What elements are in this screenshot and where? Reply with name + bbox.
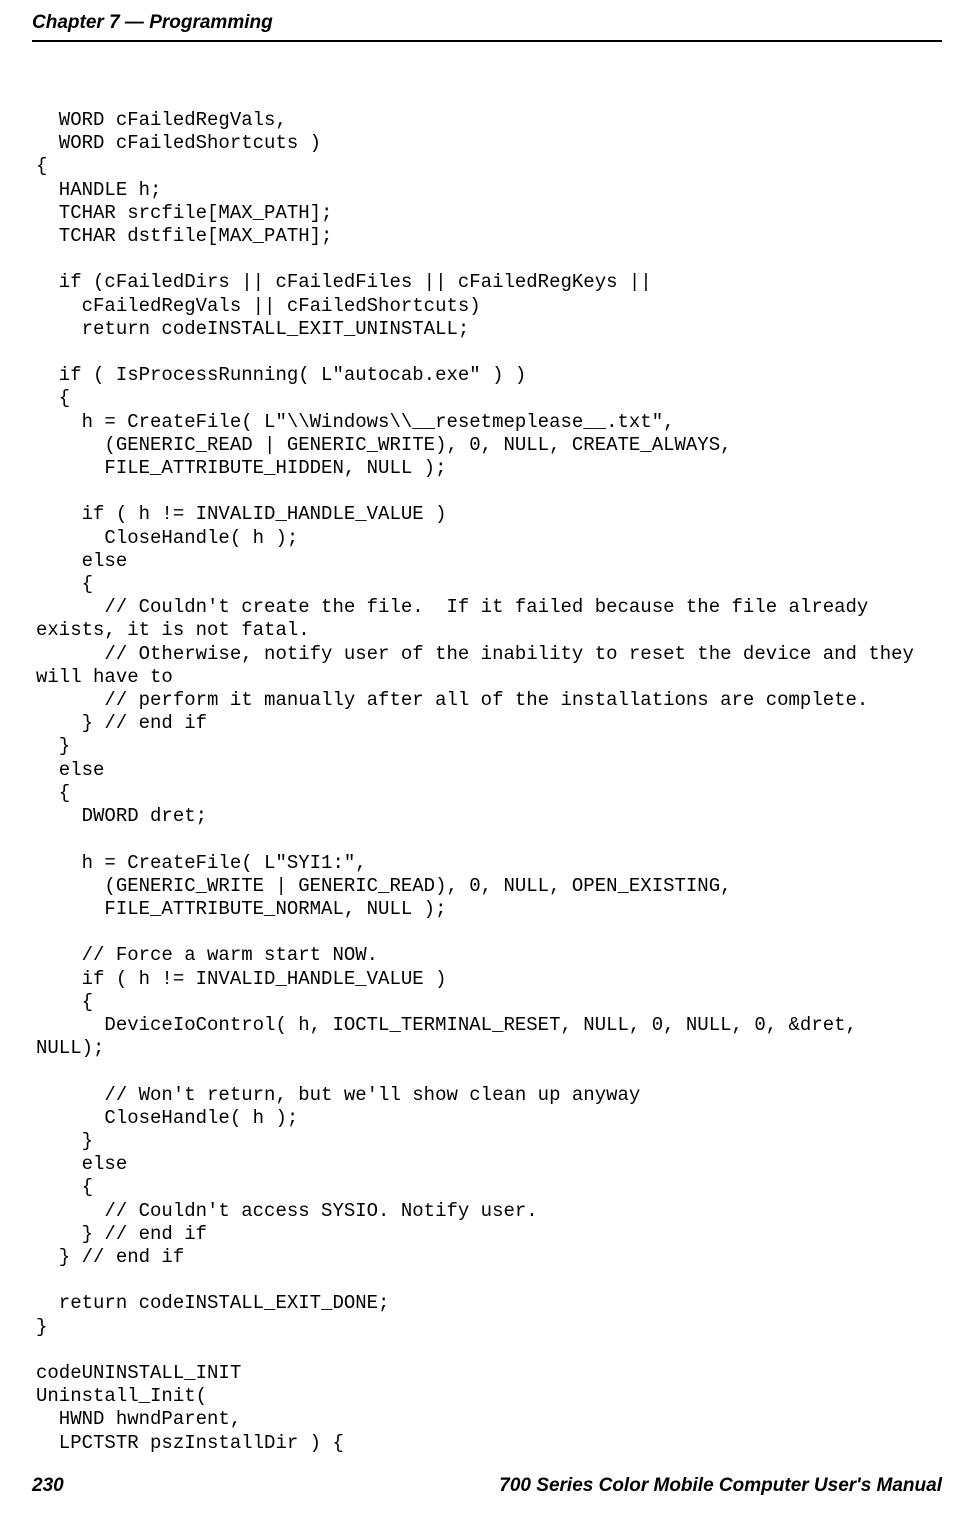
page-number: 230: [32, 1475, 64, 1497]
page: Chapter 7 — Programming WORD cFailedRegV…: [0, 0, 974, 1519]
page-header: Chapter 7 — Programming: [0, 12, 974, 40]
code-block: WORD cFailedRegVals, WORD cFailedShortcu…: [36, 109, 954, 1455]
header-rule: [32, 40, 942, 42]
header-left: Chapter 7 — Programming: [32, 12, 273, 34]
footer-text: 700 Series Color Mobile Computer User's …: [499, 1475, 942, 1497]
page-footer: 230 700 Series Color Mobile Computer Use…: [0, 1475, 974, 1497]
